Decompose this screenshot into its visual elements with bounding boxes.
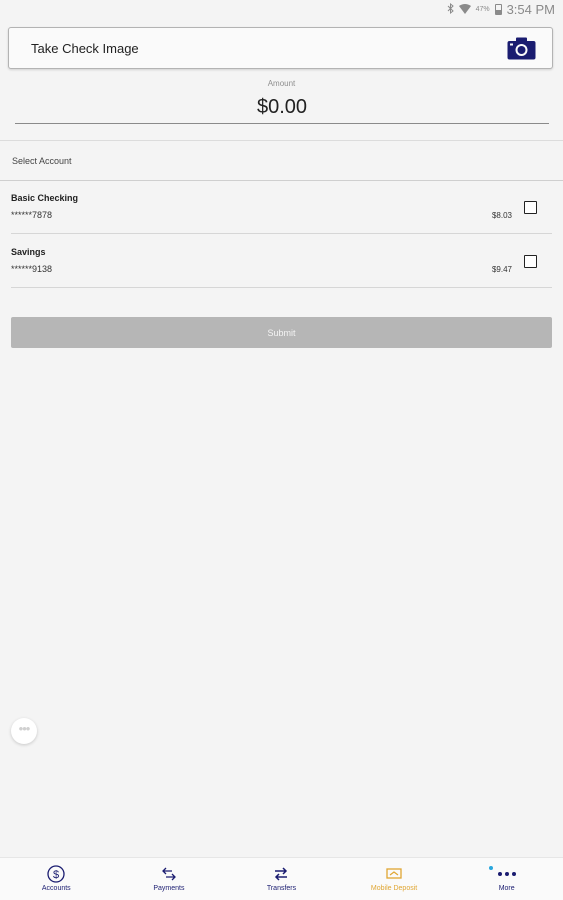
- take-check-image-button[interactable]: Take Check Image: [8, 27, 553, 69]
- account-number: ******7878: [11, 210, 53, 220]
- nav-label: Mobile Deposit: [370, 885, 418, 892]
- nav-label: Payments: [153, 885, 185, 892]
- bluetooth-icon: [447, 2, 454, 17]
- nav-mobile-deposit[interactable]: Mobile Deposit: [338, 858, 451, 900]
- divider: [0, 140, 563, 141]
- account-row-savings[interactable]: Savings ******9138 $9.47: [0, 235, 563, 288]
- nav-transfers[interactable]: Transfers: [225, 858, 338, 900]
- wifi-icon: [458, 3, 471, 17]
- more-dots-icon: [450, 865, 563, 883]
- amount-caption: Amount: [267, 79, 296, 88]
- transfer-arrows-icon: [225, 865, 338, 883]
- take-check-image-label: Take Check Image: [31, 41, 139, 56]
- battery-percent: 47%: [475, 6, 490, 13]
- battery-icon: [494, 4, 502, 15]
- camera-icon[interactable]: [507, 37, 536, 65]
- account-balance: $9.47: [491, 265, 512, 274]
- nav-label: Transfers: [266, 885, 297, 892]
- floating-more-button[interactable]: •••: [11, 718, 37, 744]
- nav-label: More: [498, 885, 515, 892]
- more-dots-icon: •••: [18, 721, 31, 736]
- row-divider: [11, 233, 552, 234]
- account-name: Savings: [11, 247, 46, 257]
- amount-input[interactable]: [15, 92, 549, 124]
- payments-icon: [113, 865, 226, 883]
- account-checkbox[interactable]: [524, 201, 537, 214]
- mobile-deposit-icon: [338, 865, 451, 883]
- dollar-circle-icon: $: [0, 865, 113, 883]
- status-bar: 47% 3:54 PM: [0, 0, 563, 20]
- account-row-basic-checking[interactable]: Basic Checking ******7878 $8.03: [0, 181, 563, 234]
- nav-accounts[interactable]: $ Accounts: [0, 858, 113, 900]
- svg-text:$: $: [53, 869, 59, 881]
- bottom-nav: $ Accounts Payments Transfers Mobile Dep…: [0, 857, 563, 900]
- account-number: ******9138: [11, 264, 53, 274]
- nav-payments[interactable]: Payments: [113, 858, 226, 900]
- nav-label: Accounts: [41, 885, 71, 892]
- nav-more[interactable]: More: [450, 858, 563, 900]
- row-divider: [11, 287, 552, 288]
- account-checkbox[interactable]: [524, 255, 537, 268]
- submit-button[interactable]: Submit: [11, 317, 552, 348]
- account-name: Basic Checking: [11, 193, 79, 203]
- status-icons: 47% 3:54 PM: [447, 2, 555, 17]
- status-time: 3:54 PM: [506, 2, 555, 17]
- select-account-heading: Select Account: [12, 156, 72, 166]
- account-balance: $8.03: [491, 211, 512, 220]
